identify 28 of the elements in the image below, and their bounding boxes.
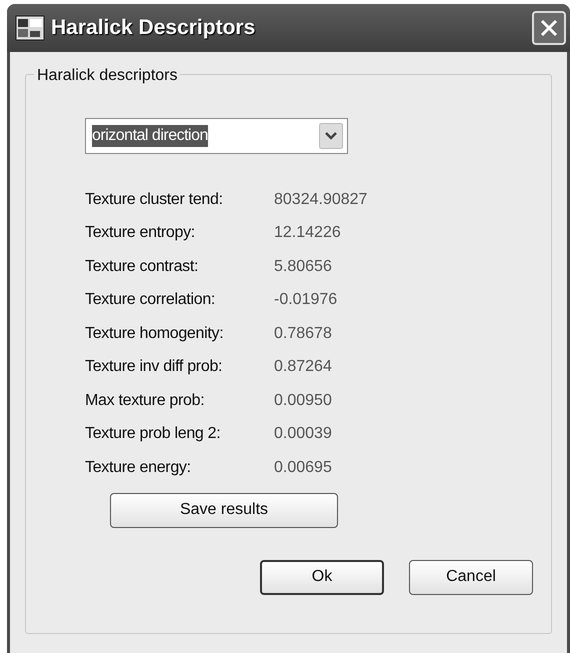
dialog-button[interactable]: Ok [260, 560, 384, 594]
close-button[interactable] [532, 11, 566, 45]
descriptor-value: 0.78678 [274, 324, 332, 344]
descriptor-value: -0.01976 [274, 290, 338, 310]
window-title: Haralick Descriptors [51, 15, 256, 42]
descriptor-label: Max texture prob: [85, 390, 206, 411]
descriptor-label: Texture entropy: [85, 223, 196, 244]
descriptor-value: 12.14226 [274, 223, 341, 244]
descriptor-label: Texture homogenity: [85, 324, 224, 344]
descriptor-value: 0.00039 [274, 424, 332, 444]
descriptor-value: 5.80656 [274, 256, 332, 277]
descriptor-label: Texture contrast: [85, 256, 200, 277]
dialog-button[interactable]: Cancel [409, 560, 533, 594]
app-icon [15, 15, 45, 41]
chevron-down-icon [319, 123, 343, 149]
descriptor-value: 0.00695 [274, 458, 332, 478]
descriptor-label: Texture inv diff prob: [85, 357, 224, 378]
descriptor-label: Texture energy: [85, 458, 192, 478]
dropdown-value: orizontal direction [92, 125, 208, 147]
descriptor-label: Texture correlation: [85, 290, 216, 310]
save-results-button[interactable]: Save results [110, 492, 338, 528]
descriptor-value: 0.87264 [274, 357, 332, 378]
descriptor-value: 0.00950 [274, 390, 332, 411]
descriptor-value: 80324.90827 [274, 190, 368, 210]
descriptor-label: Texture cluster tend: [85, 190, 224, 210]
close-icon [539, 18, 559, 38]
direction-dropdown[interactable]: orizontal direction [85, 118, 348, 154]
descriptor-label: Texture prob leng 2: [85, 424, 222, 444]
